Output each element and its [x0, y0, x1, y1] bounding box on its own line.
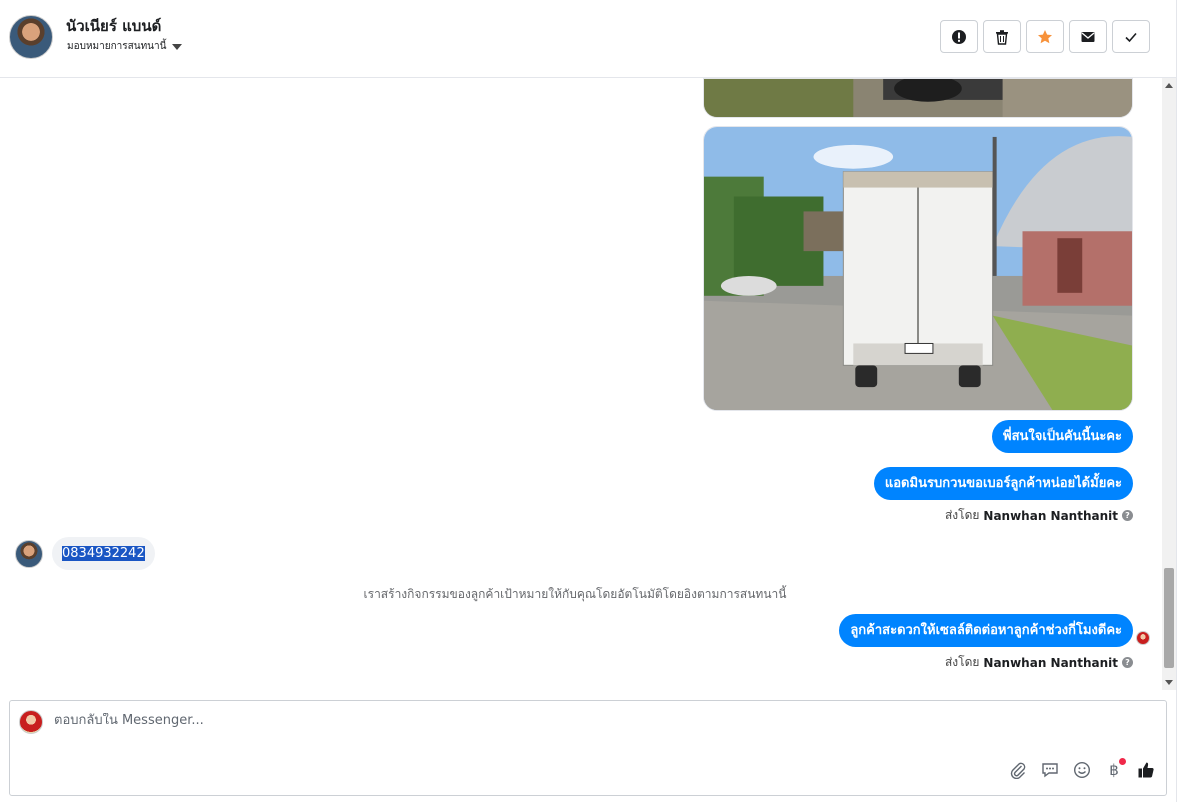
sender-name: Nanwhan Nanthanit [983, 655, 1118, 670]
sender-name: Nanwhan Nanthanit [983, 508, 1118, 523]
page-avatar [19, 710, 43, 734]
image-attachment[interactable] [703, 78, 1133, 118]
sent-by-label: ส่งโดย [944, 655, 980, 669]
help-icon[interactable]: ? [1122, 510, 1133, 521]
saved-reply-button[interactable] [1040, 759, 1060, 781]
star-button[interactable] [1026, 20, 1064, 53]
saved-reply-icon [1042, 763, 1058, 778]
mark-spam-button[interactable] [940, 20, 978, 53]
attach-icon [1010, 762, 1026, 779]
incoming-message[interactable]: 0834932242 [52, 537, 155, 570]
help-icon[interactable]: ? [1122, 657, 1133, 668]
payment-button[interactable]: ฿ [1104, 758, 1126, 781]
star-icon [1038, 29, 1052, 43]
alert-icon [952, 29, 966, 44]
caret-down-icon [172, 43, 183, 50]
scroll-thumb[interactable] [1164, 568, 1174, 668]
system-notice: เราสร้างกิจกรรมของลูกค้าเป้าหมายให้กับคุ… [363, 587, 787, 601]
assign-conversation-dropdown[interactable]: มอบหมายการสนทนานี้ [67, 39, 183, 54]
delete-button[interactable] [983, 20, 1021, 53]
message-thread: พี่สนใจเป็นคันนี้นะคะ แอดมินรบกวนขอเบอร์… [0, 78, 1162, 690]
outgoing-message[interactable]: ลูกค้าสะดวกให้เซลล์ติดต่อหาลูกค้าช่วงกี่… [839, 614, 1133, 647]
sent-by-caption: ส่งโดย Nanwhan Nanthanit ? [945, 653, 1133, 672]
vehicle-photo-partial [704, 79, 1132, 117]
emoji-button[interactable] [1072, 759, 1092, 781]
right-panel-edge [1176, 0, 1188, 802]
scroll-down-arrow-icon[interactable] [1165, 680, 1173, 685]
reply-input[interactable] [54, 713, 954, 728]
thumbs-up-icon [1138, 762, 1154, 778]
like-button[interactable] [1136, 759, 1156, 781]
contact-avatar[interactable] [9, 15, 53, 59]
contact-name[interactable]: นัวเนียร์ แบนด์ [66, 14, 161, 38]
emoji-icon [1073, 761, 1091, 779]
outgoing-message[interactable]: แอดมินรบกวนขอเบอร์ลูกค้าหน่อยได้มั้ยคะ [873, 467, 1133, 500]
sent-by-caption: ส่งโดย Nanwhan Nanthanit ? [945, 506, 1133, 525]
attach-button[interactable] [1008, 759, 1028, 781]
header-actions [940, 20, 1150, 53]
scrollbar[interactable] [1162, 78, 1176, 690]
checkmark-icon [1125, 32, 1137, 42]
conversation-header: นัวเนียร์ แบนด์ มอบหมายการสนทนานี้ [0, 0, 1176, 78]
truck-photo [704, 127, 1132, 410]
reply-composer: ฿ [9, 700, 1167, 796]
mark-unread-button[interactable] [1069, 20, 1107, 53]
notification-dot [1119, 758, 1126, 765]
contact-avatar-small[interactable] [15, 540, 43, 568]
payment-icon: ฿ [1109, 761, 1119, 779]
mark-done-button[interactable] [1112, 20, 1150, 53]
outgoing-message[interactable]: พี่สนใจเป็นคันนี้นะคะ [992, 420, 1133, 453]
composer-tools: ฿ [1008, 758, 1156, 781]
selected-text[interactable]: 0834932242 [62, 546, 145, 561]
envelope-icon [1081, 31, 1095, 42]
scroll-up-arrow-icon[interactable] [1165, 83, 1173, 88]
read-receipt-avatar [1136, 631, 1150, 645]
image-attachment[interactable] [703, 126, 1133, 411]
sent-by-label: ส่งโดย [944, 508, 980, 522]
trash-icon [996, 29, 1008, 45]
assign-label: มอบหมายการสนทนานี้ [67, 41, 167, 52]
